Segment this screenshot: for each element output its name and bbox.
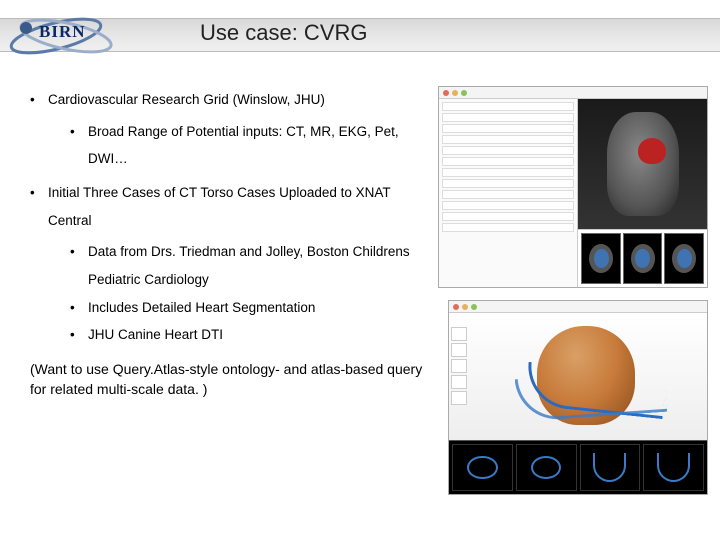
bullet-text: Initial Three Cases of CT Torso Cases Up… <box>48 185 390 228</box>
ct-slice <box>664 233 704 284</box>
bullet-item: Cardiovascular Research Grid (Winslow, J… <box>30 86 425 173</box>
zoom-icon <box>461 90 467 96</box>
ct-slice-strip <box>578 229 707 287</box>
sub-bullet-item: Includes Detailed Heart Segmentation <box>70 294 425 322</box>
sub-bullet-text: Data from Drs. Triedman and Jolley, Bost… <box>88 244 410 287</box>
tool-palette <box>451 327 469 407</box>
close-icon <box>453 304 459 310</box>
sub-bullet-text: JHU Canine Heart DTI <box>88 327 223 342</box>
ct-slice <box>623 233 663 284</box>
sub-bullet-text: Includes Detailed Heart Segmentation <box>88 300 315 315</box>
torso-3d-render <box>578 99 707 229</box>
bullet-item: Initial Three Cases of CT Torso Cases Up… <box>30 179 425 349</box>
sub-bullet-text: Broad Range of Potential inputs: CT, MR,… <box>88 124 399 167</box>
content-body: Cardiovascular Research Grid (Winslow, J… <box>30 86 425 400</box>
footnote-text: (Want to use Query.Atlas-style ontology-… <box>30 359 425 400</box>
dti-slice <box>516 444 577 491</box>
dti-slice-strip <box>449 440 707 494</box>
bullet-text: Cardiovascular Research Grid (Winslow, J… <box>48 92 325 107</box>
sub-bullet-item: JHU Canine Heart DTI <box>70 321 425 349</box>
dti-slice <box>580 444 641 491</box>
birn-logo-text: BIRN <box>39 22 86 42</box>
close-icon <box>443 90 449 96</box>
sub-bullet-item: Data from Drs. Triedman and Jolley, Bost… <box>70 238 425 293</box>
dti-slice <box>452 444 513 491</box>
sub-bullet-item: Broad Range of Potential inputs: CT, MR,… <box>70 118 425 173</box>
form-panel <box>439 99 578 287</box>
slide-title: Use case: CVRG <box>200 20 368 46</box>
zoom-icon <box>471 304 477 310</box>
heart-3d-render <box>449 313 707 440</box>
screenshot-torso-viewer <box>438 86 708 288</box>
window-titlebar <box>449 301 707 313</box>
minimize-icon <box>452 90 458 96</box>
minimize-icon <box>462 304 468 310</box>
screenshot-heart-dti <box>448 300 708 495</box>
dti-slice <box>643 444 704 491</box>
window-titlebar <box>439 87 707 99</box>
ct-slice <box>581 233 621 284</box>
